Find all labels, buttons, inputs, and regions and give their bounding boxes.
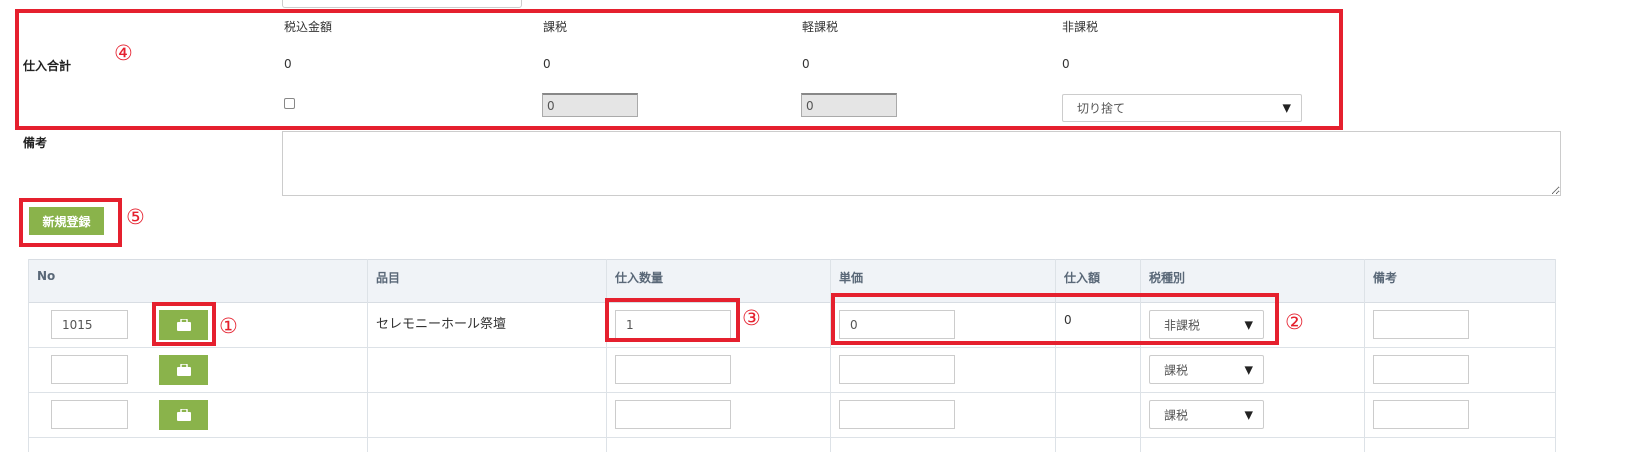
row-3-unit-price-input[interactable]: [839, 400, 955, 429]
row-3-no-input[interactable]: [51, 400, 128, 429]
annotation-box-4: [15, 9, 1343, 130]
annotation-5: ⑤: [126, 205, 145, 229]
col-divider: [1364, 259, 1365, 452]
remarks-label: 備考: [23, 136, 48, 150]
row-2-qty-input[interactable]: [615, 355, 731, 384]
annotation-4: ④: [114, 41, 133, 65]
row-2-note-input[interactable]: [1373, 355, 1469, 384]
row-divider: [28, 392, 1556, 393]
col-divider: [830, 259, 831, 452]
col-divider: [1140, 259, 1141, 452]
briefcase-icon: [176, 364, 191, 376]
col-divider: [28, 259, 29, 452]
top-partial-input[interactable]: [282, 0, 522, 8]
chevron-down-icon: ▼: [1244, 363, 1253, 376]
row-2-select-item-button[interactable]: [159, 355, 208, 385]
col-header-tax-type: 税種別: [1149, 271, 1186, 285]
col-header-item: 品目: [376, 271, 401, 285]
row-1-item: セレモニーホール祭壇: [376, 317, 507, 332]
col-header-amount: 仕入額: [1064, 271, 1101, 285]
row-2-no-input[interactable]: [51, 355, 128, 384]
row-3-tax-type-value: 課税: [1164, 408, 1189, 422]
row-1-note-input[interactable]: [1373, 310, 1469, 339]
col-header-note: 備考: [1373, 271, 1398, 285]
row-3-select-item-button[interactable]: [159, 400, 208, 430]
annotation-1: ①: [219, 314, 238, 338]
annotation-2: ②: [1285, 310, 1304, 334]
annotation-box-3: [605, 298, 740, 342]
annotation-box-2: [831, 293, 1279, 345]
col-header-unit-price: 単価: [839, 271, 864, 285]
row-2-tax-type-value: 課税: [1164, 363, 1189, 377]
row-2-unit-price-input[interactable]: [839, 355, 955, 384]
row-3-tax-type-select[interactable]: 課税 ▼: [1149, 400, 1264, 429]
col-divider: [1055, 259, 1056, 452]
row-2-tax-type-select[interactable]: 課税 ▼: [1149, 355, 1264, 384]
col-divider: [367, 259, 368, 452]
col-divider: [606, 259, 607, 452]
row-3-qty-input[interactable]: [615, 400, 731, 429]
briefcase-icon: [176, 409, 191, 421]
row-divider: [28, 347, 1556, 348]
annotation-box-5: [19, 198, 122, 247]
row-3-note-input[interactable]: [1373, 400, 1469, 429]
row-1-no-input[interactable]: [51, 310, 128, 339]
annotation-box-1: [152, 302, 216, 346]
remarks-textarea[interactable]: [282, 131, 1561, 196]
col-header-no: No: [37, 269, 56, 283]
row-divider: [28, 437, 1556, 438]
chevron-down-icon: ▼: [1244, 408, 1253, 421]
table-header: [28, 259, 1556, 303]
col-divider: [1555, 259, 1556, 452]
col-header-qty: 仕入数量: [615, 271, 664, 285]
annotation-3: ③: [742, 306, 761, 330]
